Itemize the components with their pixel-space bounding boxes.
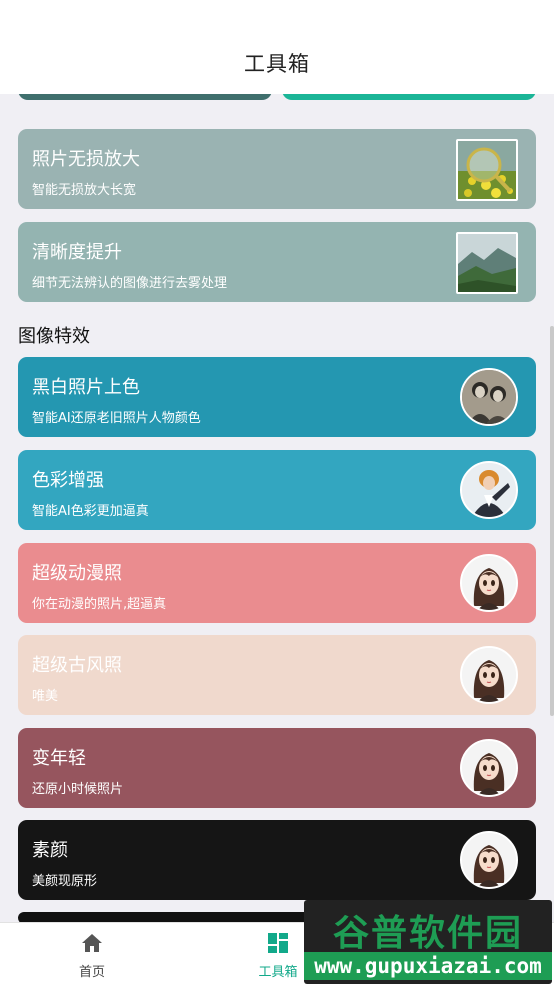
- home-icon: [82, 934, 102, 952]
- card-ancient-style[interactable]: 超级古风照 唯美: [18, 635, 536, 715]
- card-subtitle: 还原小时候照片: [32, 782, 124, 797]
- card-bare-face[interactable]: 素颜 美颜现原形: [18, 820, 536, 900]
- card-subtitle: 细节无法辨认的图像进行去雾处理: [32, 276, 228, 291]
- anime-girl-avatar: [460, 554, 518, 612]
- card-color-enhance[interactable]: 色彩增强 智能AI色彩更加逼真: [18, 450, 536, 530]
- app-header: 工具箱: [0, 0, 554, 94]
- card-title: 色彩增强: [32, 470, 104, 491]
- card-subtitle: 美颜现原形: [32, 874, 98, 889]
- tool-list[interactable]: 照片无损放大 智能无损放大长宽 清晰度提升 细节无法辨认的图像进行去雾处理 图像…: [0, 94, 554, 922]
- card-title: 黑白照片上色: [32, 377, 140, 398]
- card-subtitle: 智能AI色彩更加逼真: [32, 504, 149, 519]
- anime-girl-avatar: [460, 739, 518, 797]
- watermark-url: www.gupuxiazai.com: [304, 952, 552, 980]
- page-title: 工具箱: [244, 52, 310, 76]
- magnifier-flower-field-thumbnail: [456, 139, 518, 201]
- anime-girl-avatar: [460, 646, 518, 704]
- card-title: 素颜: [32, 840, 68, 861]
- card-photo-upscale[interactable]: 照片无损放大 智能无损放大长宽: [18, 129, 536, 209]
- nav-home[interactable]: 首页: [32, 931, 152, 980]
- mountain-landscape-thumbnail: [456, 232, 518, 294]
- card-subtitle: 智能无损放大长宽: [32, 183, 137, 198]
- watermark-title: 谷普软件园: [332, 913, 523, 954]
- card-subtitle: 唯美: [32, 689, 59, 704]
- woman-portrait-avatar: [460, 461, 518, 519]
- card-become-younger[interactable]: 变年轻 还原小时候照片: [18, 728, 536, 808]
- card-title: 清晰度提升: [32, 242, 122, 263]
- card-subtitle: 你在动漫的照片,超逼真: [32, 597, 167, 612]
- section-title-image-effects: 图像特效: [18, 326, 90, 347]
- card-bw-colorize[interactable]: 黑白照片上色 智能AI还原老旧照片人物颜色: [18, 357, 536, 437]
- card-clarity-boost[interactable]: 清晰度提升 细节无法辨认的图像进行去雾处理: [18, 222, 536, 302]
- card-title: 照片无损放大: [32, 149, 140, 170]
- grid-icon: [268, 933, 288, 953]
- scrollbar[interactable]: [550, 326, 554, 716]
- site-watermark-logo: 谷普软件园 www.gupuxiazai.com: [304, 900, 552, 984]
- anime-girl-avatar: [460, 831, 518, 889]
- card-subtitle: 智能AI还原老旧照片人物颜色: [32, 411, 201, 426]
- card-title: 超级动漫照: [32, 563, 122, 584]
- card-title: 超级古风照: [32, 655, 122, 676]
- nav-home-label: 首页: [78, 965, 105, 980]
- bw-portrait-avatar: [460, 368, 518, 426]
- card-title: 变年轻: [32, 748, 86, 769]
- card-super-anime[interactable]: 超级动漫照 你在动漫的照片,超逼真: [18, 543, 536, 623]
